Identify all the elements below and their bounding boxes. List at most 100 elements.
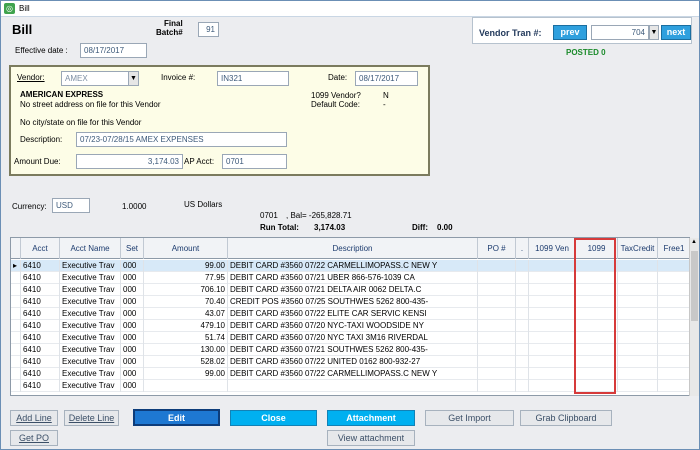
next-button[interactable]: next: [661, 25, 691, 40]
cell-desc[interactable]: DEBIT CARD #3560 07/21 SOUTHWES 5262 800…: [228, 344, 478, 356]
cell-empty[interactable]: [478, 332, 516, 344]
edit-button[interactable]: Edit: [133, 409, 220, 426]
cell-amount[interactable]: 43.07: [144, 308, 228, 320]
effective-date-field[interactable]: 08/17/2017: [80, 43, 147, 58]
col-description[interactable]: Description: [228, 238, 478, 259]
cell-empty[interactable]: [618, 260, 658, 272]
cell-empty[interactable]: [516, 344, 529, 356]
cell-acct[interactable]: 6410: [21, 308, 60, 320]
cell-empty[interactable]: [618, 296, 658, 308]
col-po[interactable]: PO #: [478, 238, 516, 259]
description-field[interactable]: 07/23-07/28/15 AMEX EXPENSES: [76, 132, 287, 147]
cell-empty[interactable]: [618, 284, 658, 296]
cell-set[interactable]: 000: [121, 260, 144, 272]
cell-acct[interactable]: 6410: [21, 320, 60, 332]
row-selector[interactable]: [11, 308, 21, 320]
cell-desc[interactable]: DEBIT CARD #3560 07/20 NYC TAXI 3M16 RIV…: [228, 332, 478, 344]
cell-empty[interactable]: [516, 296, 529, 308]
cell-acct[interactable]: 6410: [21, 380, 60, 392]
cell-acct[interactable]: 6410: [21, 296, 60, 308]
cell-name[interactable]: Executive Trav: [60, 284, 121, 296]
cell-empty[interactable]: [478, 320, 516, 332]
scrollbar-thumb[interactable]: [691, 251, 698, 321]
cell-empty[interactable]: [478, 356, 516, 368]
vendor-field[interactable]: AMEX: [61, 71, 129, 86]
cell-empty[interactable]: [658, 344, 689, 356]
cell-desc[interactable]: DEBIT CARD #3560 07/22 ELITE CAR SERVIC …: [228, 308, 478, 320]
cell-amount[interactable]: 99.00: [144, 368, 228, 380]
cell-empty[interactable]: [618, 380, 658, 392]
cell-empty[interactable]: [658, 332, 689, 344]
row-selector[interactable]: [11, 344, 21, 356]
cell-amount[interactable]: 130.00: [144, 344, 228, 356]
cell-desc[interactable]: DEBIT CARD #3560 07/21 DELTA AIR 0062 DE…: [228, 284, 478, 296]
row-selector[interactable]: [11, 368, 21, 380]
cell-empty[interactable]: [529, 344, 576, 356]
row-selector[interactable]: [11, 320, 21, 332]
cell-empty[interactable]: [658, 368, 689, 380]
cell-name[interactable]: Executive Trav: [60, 272, 121, 284]
cell-empty[interactable]: [618, 272, 658, 284]
cell-set[interactable]: 000: [121, 332, 144, 344]
cell-desc[interactable]: [228, 380, 478, 392]
cell-empty[interactable]: [529, 296, 576, 308]
col-acct-name[interactable]: Acct Name: [60, 238, 121, 259]
grab-clipboard-button[interactable]: Grab Clipboard: [520, 410, 612, 426]
cell-set[interactable]: 000: [121, 320, 144, 332]
cell-empty[interactable]: [516, 380, 529, 392]
cell-empty[interactable]: [618, 308, 658, 320]
cell-empty[interactable]: [618, 320, 658, 332]
grid-scrollbar[interactable]: ▲: [689, 238, 699, 396]
date-field[interactable]: 08/17/2017: [355, 71, 418, 86]
cell-name[interactable]: Executive Trav: [60, 344, 121, 356]
col-tax-credit[interactable]: TaxCredit: [618, 238, 658, 259]
cell-set[interactable]: 000: [121, 296, 144, 308]
cell-set[interactable]: 000: [121, 272, 144, 284]
row-selector[interactable]: [11, 284, 21, 296]
cell-empty[interactable]: [529, 356, 576, 368]
cell-desc[interactable]: DEBIT CARD #3560 07/20 NYC-TAXI WOODSIDE…: [228, 320, 478, 332]
col-free1[interactable]: Free1: [658, 238, 689, 259]
cell-amount[interactable]: 479.10: [144, 320, 228, 332]
cell-amount[interactable]: 706.10: [144, 284, 228, 296]
cell-set[interactable]: 000: [121, 344, 144, 356]
cell-name[interactable]: Executive Trav: [60, 260, 121, 272]
add-line-button[interactable]: Add Line: [10, 410, 58, 426]
cell-set[interactable]: 000: [121, 308, 144, 320]
cell-empty[interactable]: [516, 308, 529, 320]
cell-amount[interactable]: 70.40: [144, 296, 228, 308]
cell-set[interactable]: 000: [121, 368, 144, 380]
cell-empty[interactable]: [478, 260, 516, 272]
col-1099-ven[interactable]: 1099 Ven: [529, 238, 576, 259]
cell-empty[interactable]: [529, 308, 576, 320]
cell-set[interactable]: 000: [121, 284, 144, 296]
cell-empty[interactable]: [478, 272, 516, 284]
amount-due-field[interactable]: 3,174.03: [76, 154, 183, 169]
cell-empty[interactable]: [516, 368, 529, 380]
cell-empty[interactable]: [516, 260, 529, 272]
cell-name[interactable]: Executive Trav: [60, 320, 121, 332]
cell-name[interactable]: Executive Trav: [60, 332, 121, 344]
cell-empty[interactable]: [516, 320, 529, 332]
cell-desc[interactable]: DEBIT CARD #3560 07/22 CARMELLIMOPASS.C …: [228, 260, 478, 272]
final-batch-field[interactable]: 91: [198, 22, 219, 37]
cell-empty[interactable]: [516, 272, 529, 284]
row-selector[interactable]: [11, 332, 21, 344]
row-selector[interactable]: [11, 296, 21, 308]
cell-empty[interactable]: [529, 320, 576, 332]
row-selector[interactable]: [11, 272, 21, 284]
cell-empty[interactable]: [529, 260, 576, 272]
get-import-button[interactable]: Get Import: [425, 410, 514, 426]
cell-empty[interactable]: [529, 368, 576, 380]
cell-empty[interactable]: [658, 308, 689, 320]
view-attachment-button[interactable]: View attachment: [327, 430, 415, 446]
attachment-button[interactable]: Attachment: [327, 410, 415, 426]
cell-empty[interactable]: [658, 272, 689, 284]
cell-empty[interactable]: [516, 284, 529, 296]
cell-empty[interactable]: [478, 308, 516, 320]
current-row-arrow-icon[interactable]: ▸: [11, 260, 21, 272]
cell-acct[interactable]: 6410: [21, 356, 60, 368]
cell-empty[interactable]: [529, 380, 576, 392]
cell-empty[interactable]: [478, 344, 516, 356]
cell-desc[interactable]: DEBIT CARD #3560 07/22 CARMELLIMOPASS.C …: [228, 368, 478, 380]
